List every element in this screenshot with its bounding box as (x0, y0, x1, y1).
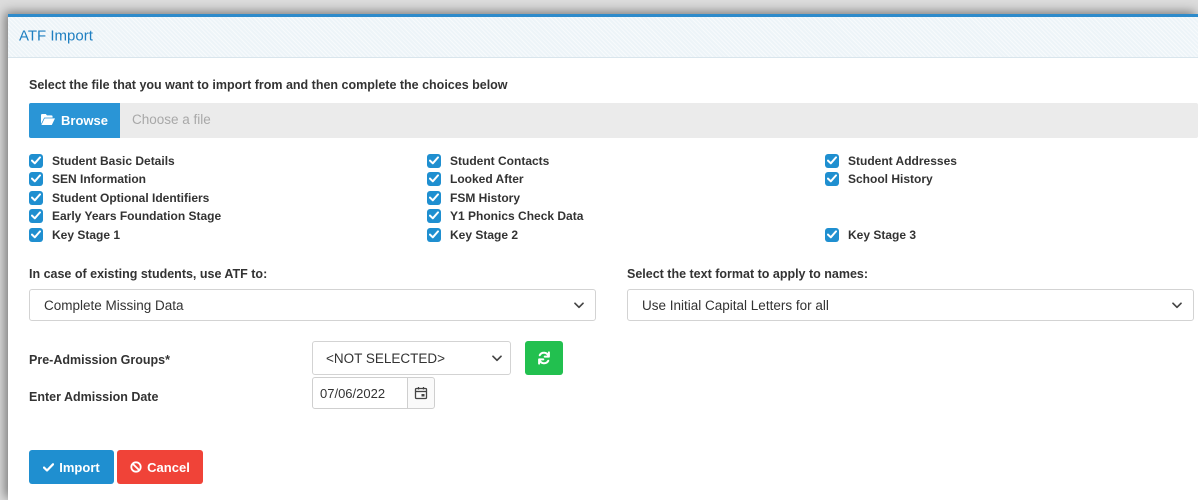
chevron-down-icon (492, 355, 502, 362)
checkbox-label: Y1 Phonics Check Data (450, 208, 584, 223)
checkbox-checked-icon (825, 153, 839, 168)
checkbox-sen-information[interactable]: SEN Information (29, 171, 146, 186)
checkbox-label: Key Stage 2 (450, 227, 519, 242)
checkbox-label: Student Contacts (450, 153, 550, 168)
checkbox-label: Looked After (450, 171, 524, 186)
checkbox-checked-icon (427, 208, 441, 223)
checkbox-y1-phonics-check-data[interactable]: Y1 Phonics Check Data (427, 208, 583, 223)
intro-text: Select the file that you want to import … (29, 78, 508, 92)
checkbox-key-stage-1[interactable]: Key Stage 1 (29, 227, 120, 242)
refresh-icon (538, 351, 550, 365)
import-button-label: Import (59, 459, 100, 475)
date-picker-button[interactable] (407, 377, 435, 409)
refresh-groups-button[interactable] (525, 341, 563, 375)
file-picker[interactable]: Browse Choose a file (29, 103, 1198, 138)
checkbox-early-years-foundation-stage[interactable]: Early Years Foundation Stage (29, 208, 221, 223)
pre-admission-groups-value: <NOT SELECTED> (326, 351, 446, 366)
checkbox-checked-icon (427, 171, 441, 186)
checkbox-checked-icon (29, 208, 43, 223)
pre-admission-groups-label: Pre-Admission Groups* (29, 353, 170, 367)
existing-students-select[interactable]: Complete Missing Data (29, 289, 596, 321)
checkbox-student-optional-identifiers[interactable]: Student Optional Identifiers (29, 190, 209, 205)
checkbox-student-basic-details[interactable]: Student Basic Details (29, 153, 175, 168)
admission-date-input[interactable]: 07/06/2022 (312, 377, 408, 409)
checkbox-checked-icon (427, 227, 441, 242)
checkbox-student-contacts[interactable]: Student Contacts (427, 153, 549, 168)
checkbox-checked-icon (825, 171, 839, 186)
cancel-button-label: Cancel (147, 459, 190, 475)
text-format-label: Select the text format to apply to names… (627, 267, 869, 281)
checkbox-label: Student Basic Details (52, 153, 175, 168)
checkbox-school-history[interactable]: School History (825, 171, 933, 186)
text-format-select[interactable]: Use Initial Capital Letters for all (627, 289, 1194, 321)
checkbox-label: School History (848, 171, 933, 186)
checkbox-key-stage-2[interactable]: Key Stage 2 (427, 227, 518, 242)
check-icon (43, 462, 55, 472)
chevron-down-icon (574, 302, 584, 309)
existing-students-label: In case of existing students, use ATF to… (29, 267, 268, 281)
checkbox-label: Early Years Foundation Stage (52, 208, 222, 223)
checkbox-checked-icon (29, 190, 43, 205)
browse-button[interactable]: Browse (29, 103, 120, 138)
checkbox-label: Key Stage 1 (52, 227, 121, 242)
text-format-value: Use Initial Capital Letters for all (642, 298, 829, 313)
checkbox-label: FSM History (450, 190, 521, 205)
calendar-icon (414, 387, 428, 400)
checkbox-fsm-history[interactable]: FSM History (427, 190, 520, 205)
checkbox-looked-after[interactable]: Looked After (427, 171, 524, 186)
checkbox-label: Student Optional Identifiers (52, 190, 210, 205)
pre-admission-groups-select[interactable]: <NOT SELECTED> (312, 341, 511, 375)
ban-icon (130, 461, 142, 473)
checkbox-label: SEN Information (52, 171, 147, 186)
checkbox-label: Key Stage 3 (848, 227, 917, 242)
checkbox-checked-icon (427, 153, 441, 168)
file-placeholder: Choose a file (132, 112, 211, 127)
admission-date-label: Enter Admission Date (29, 390, 159, 404)
checkbox-label: Student Addresses (848, 153, 957, 168)
checkbox-key-stage-3[interactable]: Key Stage 3 (825, 227, 916, 242)
folder-open-icon (41, 113, 56, 128)
checkbox-checked-icon (29, 171, 43, 186)
checkbox-checked-icon (29, 227, 43, 242)
chevron-down-icon (1172, 302, 1182, 309)
atf-import-panel: ATF Import Select the file that you want… (8, 14, 1198, 500)
checkbox-checked-icon (825, 227, 839, 242)
import-button[interactable]: Import (29, 450, 114, 484)
browse-button-label: Browse (61, 113, 108, 128)
panel-title: ATF Import (19, 27, 93, 45)
panel-header: ATF Import (8, 17, 1198, 58)
existing-students-value: Complete Missing Data (44, 298, 184, 313)
cancel-button[interactable]: Cancel (117, 450, 203, 484)
checkbox-checked-icon (427, 190, 441, 205)
checkbox-student-addresses[interactable]: Student Addresses (825, 153, 957, 168)
checkbox-checked-icon (29, 153, 43, 168)
